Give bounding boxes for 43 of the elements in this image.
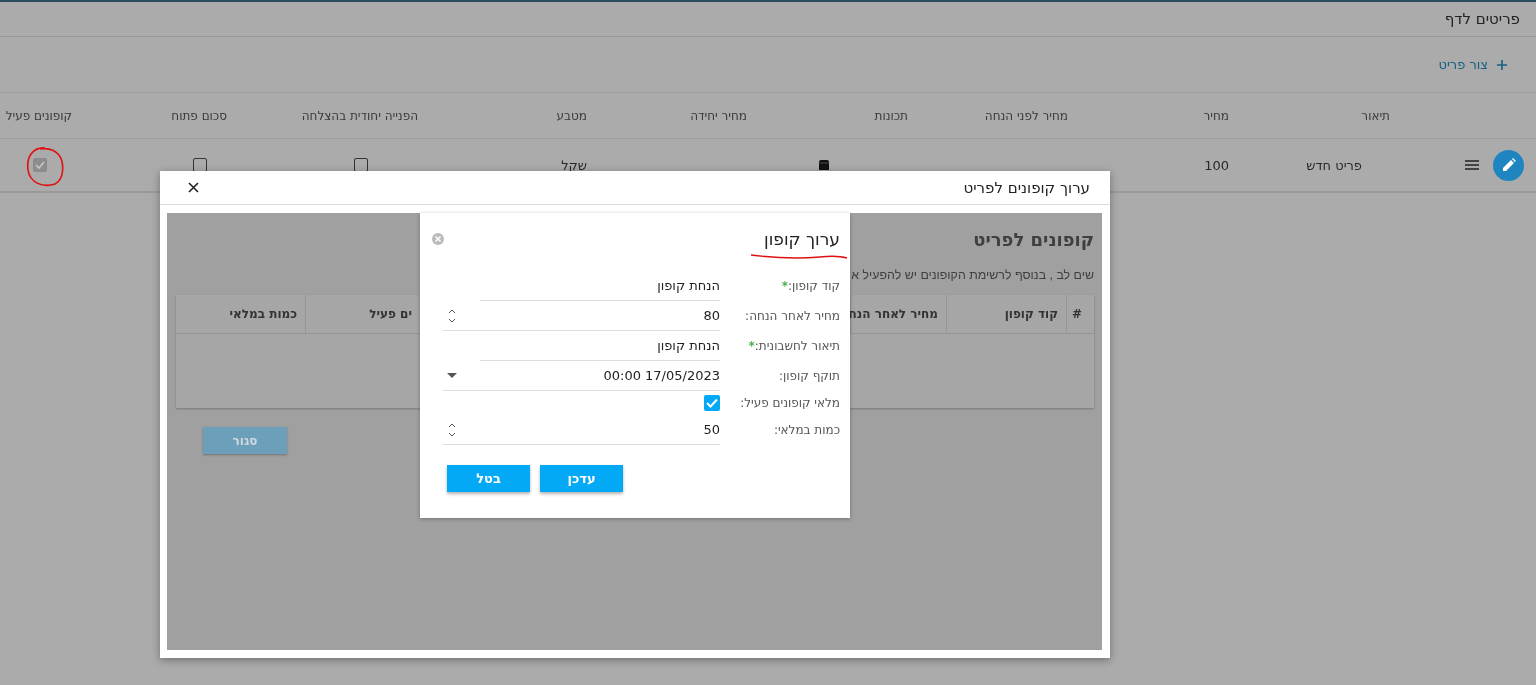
note-text: שים לב , בנוסף לרשימת הקופונים יש להפעיל א (851, 268, 1094, 282)
column-header: הפנייה יחודית בהצלחה (300, 108, 419, 123)
column-header: מחיר (1202, 108, 1230, 123)
text-field[interactable]: הנחת קופון (480, 331, 720, 361)
field-label: מלאי קופונים פעיל: (739, 396, 840, 410)
column-header: תיאור (1360, 108, 1391, 123)
section-heading: קופונים לפריט (973, 229, 1094, 250)
dialog-title: ערוך קופונים לפריט (963, 178, 1090, 197)
column-header: # (1066, 295, 1094, 333)
close-icon (188, 182, 199, 193)
checkbox[interactable] (704, 395, 720, 411)
table-cell: שקל (561, 157, 587, 173)
column-header: תכונות (873, 108, 909, 123)
plus-icon (1496, 58, 1508, 71)
table-cell: 100 (1204, 157, 1229, 173)
column-header: סכום פתוח (170, 108, 228, 123)
dropdown-icon[interactable] (447, 372, 457, 379)
pencil-icon (1501, 158, 1516, 172)
field-label: קוד קופון:* (780, 279, 840, 293)
column-header: קוד קופון (946, 295, 1066, 333)
date-field[interactable]: 00:00 17/05/2023 (443, 361, 720, 391)
case-icon (818, 159, 830, 171)
number-field[interactable]: 80 (443, 301, 720, 331)
check-icon (34, 159, 46, 171)
column-header: מחיר לפני הנחה (983, 108, 1069, 123)
column-header: כמות במלאי (228, 306, 298, 323)
menu-icon[interactable] (1465, 159, 1479, 171)
column-header: מחיר יחידה (689, 108, 748, 123)
check-icon (706, 398, 718, 408)
table-cell: פריט חדש (1306, 157, 1362, 173)
field-label: תוקף קופון: (777, 369, 840, 383)
close-icon (432, 233, 444, 245)
field-label: מחיר לאחר הנחה: (744, 309, 840, 323)
page-title: פריטים לדף (1444, 10, 1520, 28)
field-label: כמות במלאי: (772, 423, 840, 437)
form-title: ערוך קופון (764, 228, 840, 249)
field-label: תיאור לחשבונית:* (747, 339, 840, 353)
edit-button[interactable] (1493, 149, 1524, 181)
column-header: מטבע (555, 108, 588, 123)
column-header: קופונים פעיל (4, 108, 73, 123)
text-field[interactable]: הנחת קופון (480, 271, 720, 301)
close-button[interactable] (188, 182, 199, 193)
number-field[interactable]: 50 (443, 415, 720, 445)
